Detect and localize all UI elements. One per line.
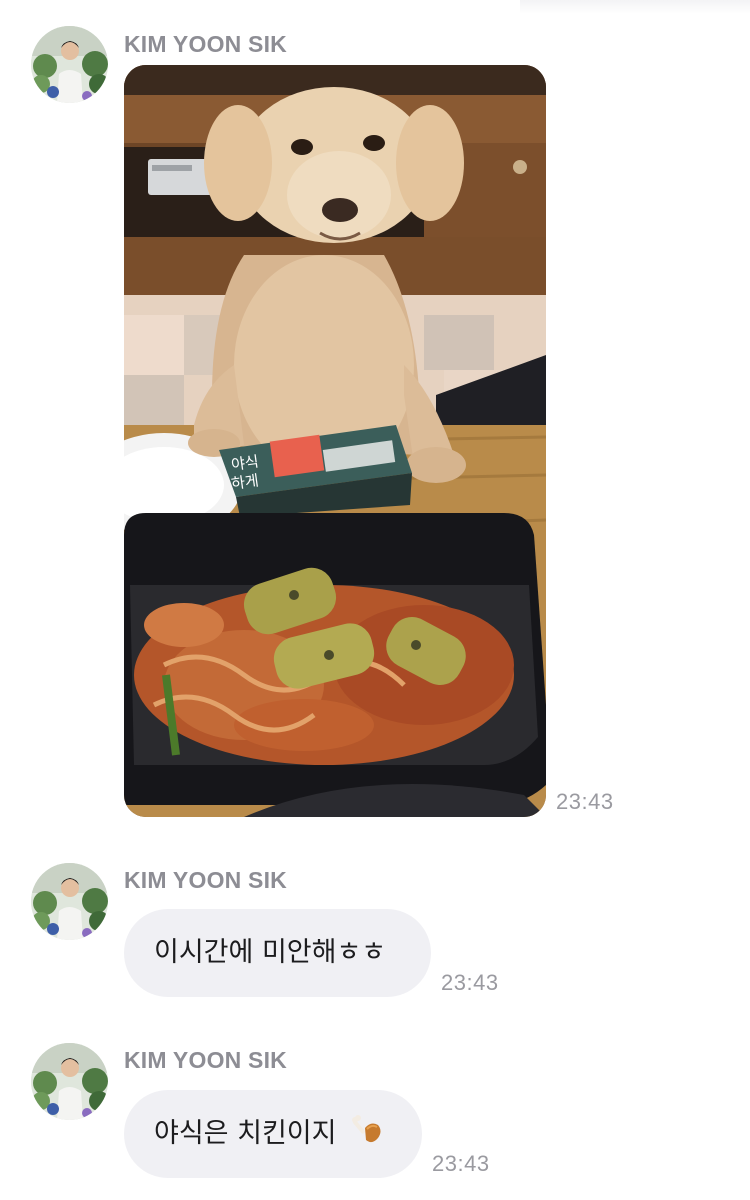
sender-name: KIM YOON SIK (124, 1047, 287, 1073)
chicken-leg-icon (352, 1114, 381, 1142)
message-text: 이시간에 미안해ㅎㅎ (154, 937, 387, 968)
timestamp: 23:43 (556, 789, 614, 814)
avatar[interactable] (31, 26, 108, 103)
sender-name: KIM YOON SIK (124, 867, 287, 893)
avatar-image (31, 26, 108, 103)
chat-thread: KIM YOON SIK 야식 하게 23:43 KIM YOON SIK 이시… (0, 0, 750, 1200)
avatar-image (31, 1043, 108, 1120)
message-bubble[interactable]: 이시간에 미안해ㅎㅎ (124, 909, 431, 997)
avatar-image (31, 863, 108, 940)
timestamp: 23:43 (432, 1151, 490, 1176)
top-divider (520, 0, 750, 14)
message-text: 야식은 치킨이지 (154, 1118, 337, 1149)
avatar[interactable] (31, 1043, 108, 1120)
dog-with-food-photo: 야식 하게 (124, 65, 546, 817)
package-label-2: 하게 (230, 471, 260, 493)
photo-message[interactable]: 야식 하게 (124, 65, 546, 817)
message-bubble[interactable]: 야식은 치킨이지 (124, 1090, 422, 1178)
avatar[interactable] (31, 863, 108, 940)
sender-name: KIM YOON SIK (124, 31, 287, 57)
timestamp: 23:43 (441, 970, 499, 995)
